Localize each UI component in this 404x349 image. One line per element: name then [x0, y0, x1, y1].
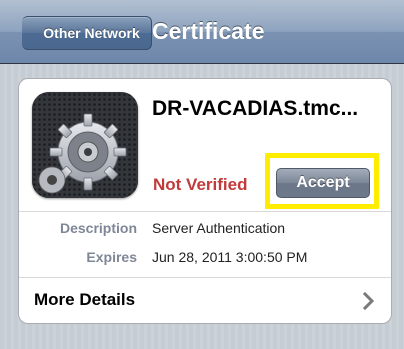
back-button-label: Other Network — [43, 25, 140, 41]
verification-status: Not Verified — [153, 175, 248, 194]
back-button[interactable]: Other Network — [22, 16, 152, 50]
divider — [19, 211, 391, 212]
certificate-card: DR-VACADIAS.tmc... Not Verified Accept D… — [18, 78, 392, 324]
chevron-right-icon — [362, 291, 375, 311]
navigation-bar: Other Network Certificate — [0, 0, 404, 64]
more-details-label: More Details — [34, 290, 136, 309]
description-value: Server Authentication — [152, 220, 286, 236]
back-button-wrapper[interactable]: Other Network — [12, 0, 152, 64]
expires-value: Jun 28, 2011 3:00:50 PM — [152, 249, 308, 265]
accept-button-label: Accept — [296, 174, 350, 191]
page-title: Certificate — [152, 18, 265, 44]
description-label: Description — [59, 220, 137, 236]
more-details-row[interactable]: More Details — [19, 277, 391, 323]
gears-icon — [32, 92, 138, 198]
accept-button[interactable]: Accept — [276, 168, 370, 198]
certificate-name: DR-VACADIAS.tmc... — [152, 97, 359, 120]
expires-label: Expires — [86, 249, 137, 265]
